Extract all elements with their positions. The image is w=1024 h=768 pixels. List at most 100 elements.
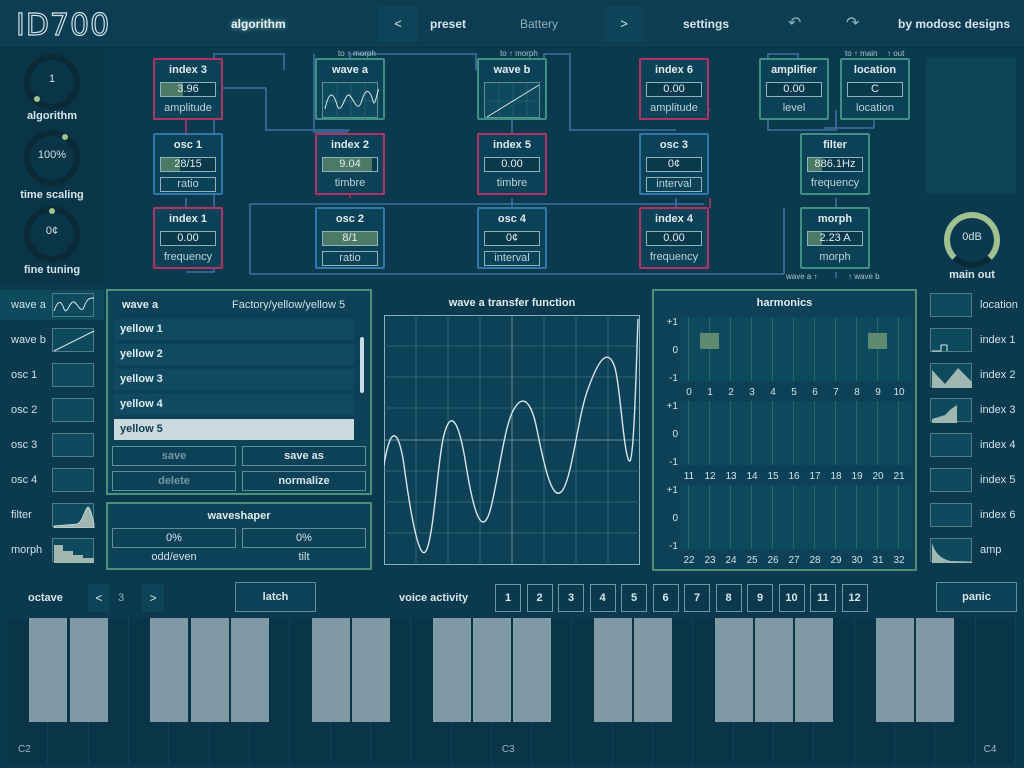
osc-4-interval-button[interactable]: interval [484, 251, 540, 266]
save-button[interactable]: save [112, 446, 236, 466]
black-key[interactable] [230, 618, 269, 722]
harmonics-grid[interactable]: +1 0 -1 0 1 2 3 4 5 6 7 8 9 10 +1 0 -1 11 12 13 14 15 16 17 18 19… [654, 291, 915, 569]
undo-icon[interactable]: ↶ [788, 0, 801, 48]
osc-3-value[interactable]: 0¢ [646, 157, 702, 172]
osc-1-value[interactable]: 28/15 [160, 157, 216, 172]
black-key[interactable] [513, 618, 552, 722]
black-key[interactable] [714, 618, 753, 722]
preset-list-item-selected[interactable]: yellow 5 [114, 419, 354, 440]
harmonic-column[interactable] [835, 317, 836, 381]
harmonic-column[interactable] [793, 485, 794, 549]
harmonic-column[interactable] [730, 401, 731, 465]
black-key[interactable] [432, 618, 471, 722]
harmonic-column[interactable] [730, 485, 731, 549]
osc-2-value[interactable]: 8/1 [322, 231, 378, 246]
index-4-value[interactable]: 0.00 [646, 231, 702, 246]
sidebar-item-osc-1[interactable]: osc 1 [0, 360, 104, 390]
index-2-module[interactable]: index 2 9.04 timbre [315, 133, 385, 195]
amplifier-value[interactable]: 0.00 [766, 82, 822, 97]
preset-list-item[interactable]: yellow 1 [114, 319, 354, 340]
sidebar-item-index-2[interactable]: index 2 [920, 360, 1024, 390]
transfer-function-plot[interactable] [384, 315, 640, 565]
delete-button[interactable]: delete [112, 471, 236, 491]
index-1-module[interactable]: index 1 0.00 frequency [153, 207, 223, 269]
sidebar-item-wave-b[interactable]: wave b [0, 325, 104, 355]
harmonic-column[interactable] [835, 401, 836, 465]
index-5-value[interactable]: 0.00 [484, 157, 540, 172]
sidebar-item-amp[interactable]: amp [920, 535, 1024, 565]
filter-module[interactable]: filter 886.1Hz frequency [800, 133, 870, 195]
settings-button[interactable]: settings [683, 0, 729, 48]
harmonic-column[interactable] [709, 401, 710, 465]
save-as-button[interactable]: save as [242, 446, 366, 466]
harmonic-column[interactable] [856, 401, 857, 465]
osc-2-module[interactable]: osc 2 8/1 ratio [315, 207, 385, 269]
osc-2-ratio-button[interactable]: ratio [322, 251, 378, 266]
fine-tuning-knob[interactable]: 0¢ [24, 206, 80, 262]
sidebar-item-osc-4[interactable]: osc 4 [0, 465, 104, 495]
harmonic-column[interactable] [898, 485, 899, 549]
index-6-value[interactable]: 0.00 [646, 82, 702, 97]
black-key[interactable] [311, 618, 350, 722]
sidebar-item-filter[interactable]: filter [0, 500, 104, 530]
black-key[interactable] [69, 618, 108, 722]
preset-name[interactable]: Battery [520, 0, 558, 48]
normalize-button[interactable]: normalize [242, 471, 366, 491]
harmonic-column[interactable] [751, 317, 752, 381]
harmonic-column[interactable] [835, 485, 836, 549]
white-key[interactable] [975, 618, 1016, 764]
osc-4-module[interactable]: osc 4 0¢ interval [477, 207, 547, 269]
black-key[interactable] [150, 618, 189, 722]
sidebar-item-location[interactable]: location [920, 290, 1024, 320]
harmonic-column[interactable] [856, 317, 857, 381]
osc-3-module[interactable]: osc 3 0¢ interval [639, 133, 709, 195]
morph-value[interactable]: 2.23 A [807, 231, 863, 246]
harmonic-column[interactable] [856, 485, 857, 549]
harmonic-column[interactable] [877, 317, 878, 381]
harmonic-column[interactable] [709, 485, 710, 549]
algorithm-knob[interactable]: 1 [24, 54, 80, 110]
preset-list-item[interactable]: yellow 3 [114, 369, 354, 390]
harmonic-column[interactable] [751, 485, 752, 549]
black-key[interactable] [472, 618, 511, 722]
harmonic-column[interactable] [814, 401, 815, 465]
location-module[interactable]: location C location [840, 58, 910, 120]
harmonic-column[interactable] [751, 401, 752, 465]
harmonic-column[interactable] [877, 485, 878, 549]
sidebar-item-index-4[interactable]: index 4 [920, 430, 1024, 460]
sidebar-item-index-3[interactable]: index 3 [920, 395, 1024, 425]
sidebar-item-osc-3[interactable]: osc 3 [0, 430, 104, 460]
osc-4-value[interactable]: 0¢ [484, 231, 540, 246]
black-key[interactable] [29, 618, 68, 722]
preset-prev-button[interactable]: < [378, 6, 418, 42]
preset-list-scrollbar[interactable] [360, 337, 364, 393]
harmonic-column[interactable] [793, 401, 794, 465]
harmonic-column[interactable] [688, 401, 689, 465]
index-3-module[interactable]: index 3 3.96 amplitude [153, 58, 223, 120]
preset-list-item[interactable]: yellow 2 [114, 344, 354, 365]
odd-even-slider[interactable]: 0% [112, 528, 236, 548]
black-key[interactable] [190, 618, 229, 722]
filter-value[interactable]: 886.1Hz [807, 157, 863, 172]
harmonic-column[interactable] [793, 317, 794, 381]
osc-1-module[interactable]: osc 1 28/15 ratio [153, 133, 223, 195]
harmonic-column[interactable] [772, 485, 773, 549]
osc-3-interval-button[interactable]: interval [646, 177, 702, 192]
harmonic-column[interactable] [898, 401, 899, 465]
location-value[interactable]: C [847, 82, 903, 97]
black-key[interactable] [755, 618, 794, 722]
index-3-value[interactable]: 3.96 [160, 82, 216, 97]
sidebar-item-osc-2[interactable]: osc 2 [0, 395, 104, 425]
piano-keyboard[interactable]: C2 C3 C4 [0, 576, 1024, 768]
amplifier-module[interactable]: amplifier 0.00 level [759, 58, 829, 120]
osc-1-ratio-button[interactable]: ratio [160, 177, 216, 192]
harmonic-bar[interactable] [700, 333, 719, 349]
black-key[interactable] [916, 618, 955, 722]
sidebar-item-index-1[interactable]: index 1 [920, 325, 1024, 355]
harmonic-column[interactable] [814, 485, 815, 549]
harmonic-column[interactable] [730, 317, 731, 381]
harmonic-column[interactable] [709, 317, 710, 381]
redo-icon[interactable]: ↷ [846, 0, 859, 48]
harmonic-column[interactable] [772, 401, 773, 465]
sidebar-item-index-6[interactable]: index 6 [920, 500, 1024, 530]
